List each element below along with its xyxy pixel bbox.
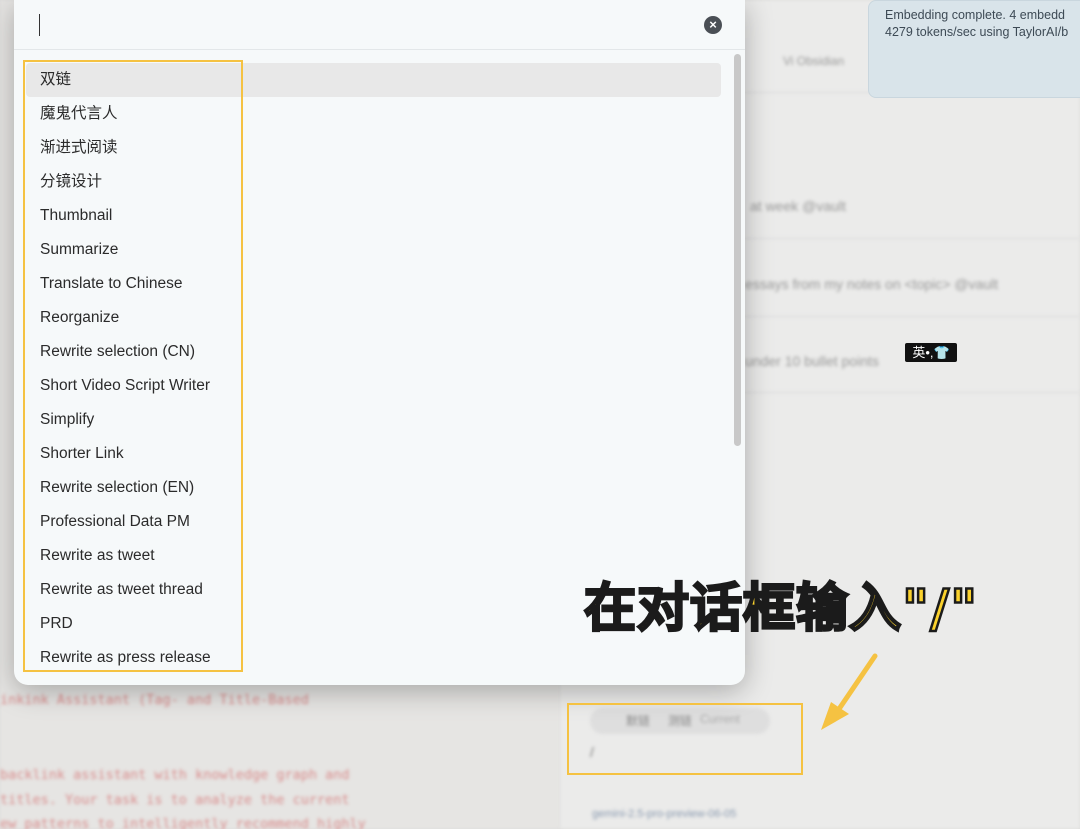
text-caret <box>39 14 40 36</box>
code-line: backlink assistant with knowledge graph … <box>0 767 350 783</box>
model-selector: gemini-2.5-pro-preview-06-05 <box>592 808 737 820</box>
ghost-suggestion: under 10 bullet points <box>745 353 879 369</box>
modal-header: × <box>14 0 745 50</box>
code-line: ew patterns to intelligently recommend h… <box>0 816 366 829</box>
annotation-callout: 在对话框输入"/" <box>583 578 979 641</box>
notice-line: Embedding complete. 4 embedd <box>885 8 1065 22</box>
ime-indicator: 英•,👕 <box>905 343 957 362</box>
code-line: titles. Your task is to analyze the curr… <box>0 792 350 808</box>
ghost-suggestion: essays from my notes on <topic> @vault <box>745 276 999 292</box>
highlight-box-command-list <box>23 60 243 672</box>
code-line: inkink Assistant (Tag- and Title-Based <box>0 692 309 708</box>
ghost-suggestion: at week @vault <box>750 198 846 214</box>
notice-line: 4279 tokens/sec using TaylorAI/b <box>885 25 1069 39</box>
ghost-tab: Vi Obsidian <box>783 54 845 68</box>
close-icon[interactable]: × <box>704 16 722 34</box>
highlight-box-chat-input <box>567 703 803 775</box>
embedding-notice: Embedding complete. 4 embedd 4279 tokens… <box>868 0 1080 98</box>
command-search-input[interactable] <box>36 10 676 40</box>
arrow-icon <box>821 653 878 730</box>
scrollbar[interactable] <box>734 54 741 446</box>
